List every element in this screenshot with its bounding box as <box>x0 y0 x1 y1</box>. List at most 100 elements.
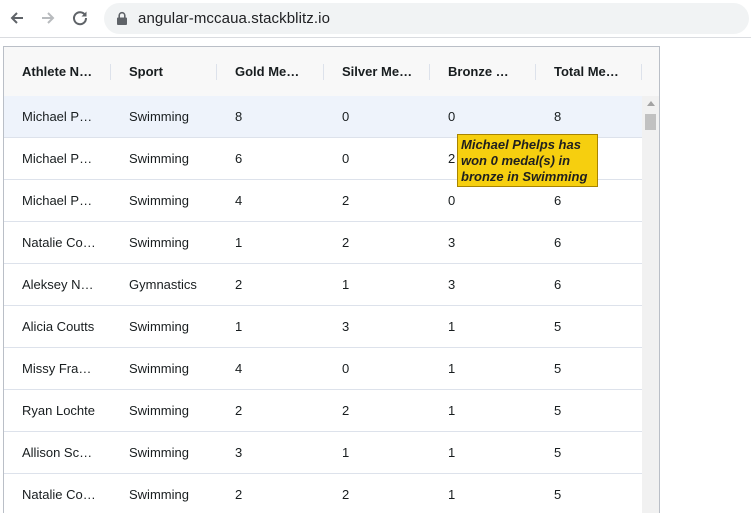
cell-athlete[interactable]: Ryan Lochte <box>4 390 111 431</box>
header-athlete[interactable]: Athlete Name <box>4 47 111 96</box>
vertical-scrollbar[interactable] <box>642 96 659 513</box>
cell-athlete[interactable]: Natalie Coughlin <box>4 222 111 263</box>
cell-sport[interactable]: Swimming <box>111 138 217 179</box>
bronze-text: 1 <box>448 445 456 460</box>
cell-total[interactable]: 5 <box>536 348 642 389</box>
cell-silver[interactable]: 1 <box>324 264 430 305</box>
cell-athlete[interactable]: Missy Franklin <box>4 348 111 389</box>
sport-text: Swimming <box>129 151 189 166</box>
cell-silver[interactable]: 0 <box>324 138 430 179</box>
scroll-up-arrow-icon[interactable] <box>647 101 655 106</box>
table-row[interactable]: Natalie Coughlin Swimming 2 2 1 5 <box>4 474 642 513</box>
bronze-tooltip: Michael Phelps has won 0 medal(s) in bro… <box>457 134 598 187</box>
cell-bronze[interactable]: 1 <box>430 432 536 473</box>
cell-sport[interactable]: Gymnastics <box>111 264 217 305</box>
total-text: 6 <box>554 277 562 292</box>
cell-total[interactable]: 8 <box>536 96 642 137</box>
cell-bronze[interactable]: 3 <box>430 264 536 305</box>
cell-sport[interactable]: Swimming <box>111 180 217 221</box>
cell-bronze[interactable]: 1 <box>430 390 536 431</box>
cell-silver[interactable]: 2 <box>324 180 430 221</box>
cell-sport[interactable]: Swimming <box>111 306 217 347</box>
cell-athlete[interactable]: Michael Phelps <box>4 138 111 179</box>
cell-silver[interactable]: 0 <box>324 96 430 137</box>
athlete-text: Michael Phelps <box>22 151 96 166</box>
table-row[interactable]: Missy Franklin Swimming 4 0 1 5 <box>4 348 642 390</box>
cell-gold[interactable]: 1 <box>217 222 324 263</box>
cell-gold[interactable]: 6 <box>217 138 324 179</box>
gold-text: 4 <box>235 193 243 208</box>
cell-athlete[interactable]: Natalie Coughlin <box>4 474 111 513</box>
cell-gold[interactable]: 4 <box>217 180 324 221</box>
athlete-text: Alicia Coutts <box>22 319 95 334</box>
table-row[interactable]: Natalie Coughlin Swimming 1 2 3 6 <box>4 222 642 264</box>
cell-sport[interactable]: Swimming <box>111 474 217 513</box>
gold-text: 3 <box>235 445 243 460</box>
sport-text: Gymnastics <box>129 277 197 292</box>
reload-button[interactable] <box>68 6 92 30</box>
header-total[interactable]: Total Medals <box>536 47 642 96</box>
cell-gold[interactable]: 2 <box>217 474 324 513</box>
url-text: angular-mccaua.stackblitz.io <box>138 10 331 27</box>
cell-silver[interactable]: 3 <box>324 306 430 347</box>
cell-gold[interactable]: 2 <box>217 264 324 305</box>
cell-total[interactable]: 6 <box>536 222 642 263</box>
table-row[interactable]: Ryan Lochte Swimming 2 2 1 5 <box>4 390 642 432</box>
cell-bronze[interactable]: 3 <box>430 222 536 263</box>
cell-sport[interactable]: Swimming <box>111 96 217 137</box>
gold-text: 1 <box>235 235 243 250</box>
scrollbar-thumb[interactable] <box>645 114 656 130</box>
back-button[interactable] <box>5 6 29 30</box>
total-text: 5 <box>554 487 562 502</box>
table-row[interactable]: Alicia Coutts Swimming 1 3 1 5 <box>4 306 642 348</box>
column-separator[interactable] <box>641 64 642 80</box>
header-sport[interactable]: Sport <box>111 47 217 96</box>
cell-gold[interactable]: 3 <box>217 432 324 473</box>
cell-silver[interactable]: 1 <box>324 432 430 473</box>
cell-silver[interactable]: 2 <box>324 474 430 513</box>
table-row[interactable]: Allison Schmitt Swimming 3 1 1 5 <box>4 432 642 474</box>
cell-bronze[interactable]: 1 <box>430 306 536 347</box>
address-bar[interactable]: angular-mccaua.stackblitz.io <box>104 3 749 34</box>
table-row[interactable]: Michael Phelps Swimming 8 0 0 8 <box>4 96 642 138</box>
header-bronze[interactable]: Bronze Medals <box>430 47 536 96</box>
cell-gold[interactable]: 1 <box>217 306 324 347</box>
cell-athlete[interactable]: Alicia Coutts <box>4 306 111 347</box>
header-gold[interactable]: Gold Medals <box>217 47 324 96</box>
cell-bronze[interactable]: 1 <box>430 474 536 513</box>
cell-athlete[interactable]: Michael Phelps <box>4 96 111 137</box>
header-silver[interactable]: Silver Medals <box>324 47 430 96</box>
cell-total[interactable]: 5 <box>536 432 642 473</box>
cell-athlete[interactable]: Aleksey Nemov <box>4 264 111 305</box>
cell-silver[interactable]: 0 <box>324 348 430 389</box>
cell-sport[interactable]: Swimming <box>111 390 217 431</box>
silver-text: 2 <box>342 403 350 418</box>
cell-total[interactable]: 5 <box>536 474 642 513</box>
header-sport-label: Sport <box>129 64 163 79</box>
forward-button[interactable] <box>36 6 60 30</box>
cell-gold[interactable]: 2 <box>217 390 324 431</box>
header-bronze-label: Bronze Medals <box>448 64 512 79</box>
cell-gold[interactable]: 8 <box>217 96 324 137</box>
cell-bronze[interactable]: 0 <box>430 96 536 137</box>
cell-sport[interactable]: Swimming <box>111 432 217 473</box>
cell-silver[interactable]: 2 <box>324 222 430 263</box>
cell-sport[interactable]: Swimming <box>111 348 217 389</box>
cell-silver[interactable]: 2 <box>324 390 430 431</box>
cell-athlete[interactable]: Allison Schmitt <box>4 432 111 473</box>
silver-text: 1 <box>342 277 350 292</box>
cell-gold[interactable]: 4 <box>217 348 324 389</box>
cell-sport[interactable]: Swimming <box>111 222 217 263</box>
cell-bronze[interactable]: 1 <box>430 348 536 389</box>
silver-text: 2 <box>342 193 350 208</box>
bronze-text: 1 <box>448 403 456 418</box>
table-row[interactable]: Aleksey Nemov Gymnastics 2 1 3 6 <box>4 264 642 306</box>
sport-text: Swimming <box>129 109 189 124</box>
bronze-text: 3 <box>448 235 456 250</box>
bronze-text: 1 <box>448 487 456 502</box>
cell-athlete[interactable]: Michael Phelps <box>4 180 111 221</box>
cell-total[interactable]: 5 <box>536 390 642 431</box>
cell-total[interactable]: 6 <box>536 264 642 305</box>
cell-total[interactable]: 5 <box>536 306 642 347</box>
athlete-text: Aleksey Nemov <box>22 277 96 292</box>
